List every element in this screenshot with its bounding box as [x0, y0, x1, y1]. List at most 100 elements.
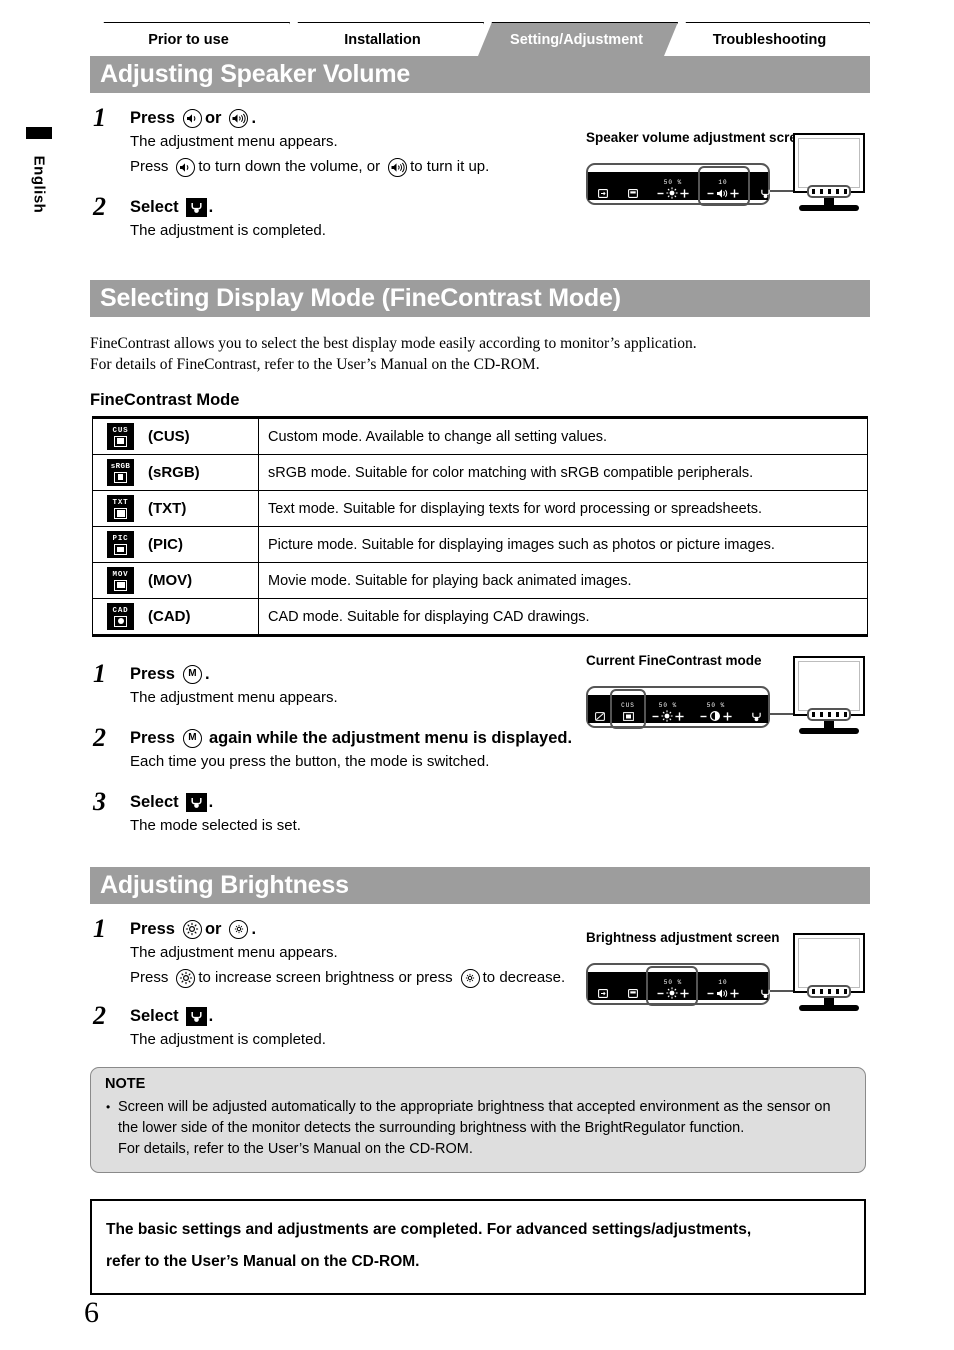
speaker-step-1-head-period: . [251, 109, 257, 127]
mode-txt-label: (TXT) [148, 500, 187, 517]
finecontrast-step-1-number: 1 [93, 659, 106, 688]
finecontrast-osd-selection-highlight [610, 689, 646, 729]
table-row: sRGB (sRGB) sRGB mode. Suitable for colo… [92, 454, 868, 491]
mode-button-icon: M [182, 728, 202, 748]
mode-cus-description: Custom mode. Available to change all set… [258, 417, 868, 455]
speaker-step-2-number: 2 [93, 192, 106, 221]
tab-installation-label: Installation [344, 31, 421, 48]
monitor-illustration [793, 656, 865, 734]
finecontrast-step-2-head-rest: again while the adjustment menu is displ… [208, 729, 573, 747]
speaker-osd-box: 50 % 10 [586, 163, 770, 206]
mode-cus-label: (CUS) [148, 428, 190, 445]
finecontrast-intro-line2: For details of FineContrast, refer to th… [90, 356, 540, 373]
table-row: TXT (TXT) Text mode. Suitable for displa… [92, 490, 868, 527]
enter-icon [748, 972, 782, 1000]
monitor-button-strip [807, 985, 851, 998]
volume-up-icon [229, 108, 249, 128]
note-body-line2: For details, refer to the User’s Manual … [118, 1141, 473, 1157]
page-number: 6 [84, 1296, 99, 1329]
mode-txt-icon: TXT [107, 495, 134, 522]
language-tab: English [26, 127, 52, 223]
banner-adjusting-speaker-volume: Adjusting Speaker Volume [90, 56, 870, 93]
brightness-up-icon [182, 919, 202, 939]
brightness-step-1-sub2-c: to decrease. [482, 969, 566, 986]
brightness-illustration: Brightness adjustment screen 50 % 10 [586, 930, 865, 1011]
monitor-screen [793, 133, 865, 193]
brightness-osd-volume-value: 10 [718, 979, 728, 986]
language-tab-label: English [30, 155, 48, 214]
finecontrast-step-2-number: 2 [93, 723, 106, 752]
brightness-down-icon [460, 968, 480, 988]
speaker-illustration-caption: Speaker volume adjustment screen [586, 130, 813, 145]
finecontrast-osd-box: CUS 50 % 50 % [586, 686, 772, 729]
finecontrast-step-3: 3 Select . The mode selected is set. [90, 787, 870, 837]
brightness-step-1-sub2: Press to increase screen brightness or p… [130, 967, 570, 989]
screen-adjust-icon [618, 972, 648, 1000]
tab-prior-to-use-label: Prior to use [148, 31, 229, 48]
mode-pic-description: Picture mode. Suitable for displaying im… [258, 526, 868, 563]
brightness-down-icon [229, 919, 249, 939]
completion-line1: The basic settings and adjustments are c… [106, 1221, 752, 1238]
finecontrast-illustration: Current FineContrast mode CUS 50 % 50 % [586, 653, 865, 734]
speaker-illustration: Speaker volume adjustment screen 50 % 10 [586, 130, 865, 211]
volume-up-icon [388, 157, 408, 177]
table-row: PIC (PIC) Picture mode. Suitable for dis… [92, 526, 868, 563]
finecontrast-osd-contrast-value: 50 % [706, 702, 726, 709]
note-bullet: Screen will be adjusted automatically to… [105, 1097, 851, 1160]
mode-srgb-icon-text: sRGB [110, 462, 131, 471]
finecontrast-step-2-heading: Press M again while the adjustment menu … [130, 727, 610, 749]
finecontrast-illustration-caption: Current FineContrast mode [586, 653, 762, 668]
speaker-step-1-head-or: or [204, 109, 222, 127]
speaker-step-1-heading: Press or . [130, 107, 870, 129]
mode-pic-icon: PIC [107, 531, 134, 558]
brightness-step-2: 2 Select . The adjustment is completed. [90, 1001, 870, 1051]
monitor-stand-base [799, 728, 859, 734]
screen-adjust-icon [618, 172, 648, 200]
enter-icon [740, 695, 772, 723]
mode-txt-icon-text: TXT [112, 498, 129, 507]
mode-srgb-label: (sRGB) [148, 464, 200, 481]
tab-troubleshooting[interactable]: Troubleshooting [672, 22, 870, 56]
speaker-step-2-head-select: Select [130, 198, 179, 216]
tab-setting-adjustment-label: Setting/Adjustment [510, 31, 643, 48]
brightness-step-2-sub1: The adjustment is completed. [130, 1031, 326, 1048]
brightness-step-1-head-press: Press [130, 920, 175, 938]
monitor-button-strip [807, 185, 851, 198]
tab-installation[interactable]: Installation [284, 22, 484, 56]
completion-box: The basic settings and adjustments are c… [90, 1199, 866, 1295]
mode-txt-description: Text mode. Suitable for displaying texts… [258, 490, 868, 527]
mode-button-letter: M [188, 732, 197, 743]
tab-troubleshooting-label: Troubleshooting [712, 31, 827, 48]
brightness-osd-selection-highlight [646, 966, 698, 1006]
banner-adjusting-brightness: Adjusting Brightness [90, 867, 870, 904]
finecontrast-icon [588, 695, 612, 723]
finecontrast-subheading: FineContrast Mode [90, 391, 240, 409]
speaker-step-1-sub2-b: to turn down the volume, or [198, 158, 381, 175]
monitor-screen [793, 656, 865, 716]
speaker-step-2-sub1: The adjustment is completed. [130, 222, 326, 239]
mode-mov-description: Movie mode. Suitable for playing back an… [258, 562, 868, 599]
mode-mov-icon: MOV [107, 567, 134, 594]
tab-setting-adjustment[interactable]: Setting/Adjustment [478, 22, 678, 56]
finecontrast-intro: FineContrast allows you to select the be… [90, 333, 870, 375]
volume-down-icon [182, 108, 202, 128]
tab-prior-to-use[interactable]: Prior to use [90, 22, 290, 56]
mode-mov-icon-text: MOV [112, 570, 129, 579]
monitor-illustration [793, 933, 865, 1011]
mode-srgb-description: sRGB mode. Suitable for color matching w… [258, 454, 868, 491]
brightness-osd-box: 50 % 10 [586, 963, 770, 1006]
note-box: NOTE Screen will be adjusted automatical… [90, 1067, 866, 1173]
finecontrast-mode-table: CUS (CUS) Custom mode. Available to chan… [92, 416, 868, 637]
finecontrast-step-1-head-press: Press [130, 665, 175, 683]
finecontrast-intro-line1: FineContrast allows you to select the be… [90, 335, 697, 352]
volume-down-icon [176, 157, 196, 177]
speaker-step-1-number: 1 [93, 103, 106, 132]
monitor-screen [793, 933, 865, 993]
table-row: CAD (CAD) CAD mode. Suitable for display… [92, 598, 868, 636]
mode-mov-label: (MOV) [148, 572, 193, 589]
speaker-osd-selection-highlight [698, 166, 750, 206]
banner-selecting-display-mode: Selecting Display Mode (FineContrast Mod… [90, 280, 870, 317]
brightness-step-2-number: 2 [93, 1001, 106, 1030]
monitor-stand-base [799, 205, 859, 211]
brightness-illustration-caption: Brightness adjustment screen [586, 930, 780, 945]
